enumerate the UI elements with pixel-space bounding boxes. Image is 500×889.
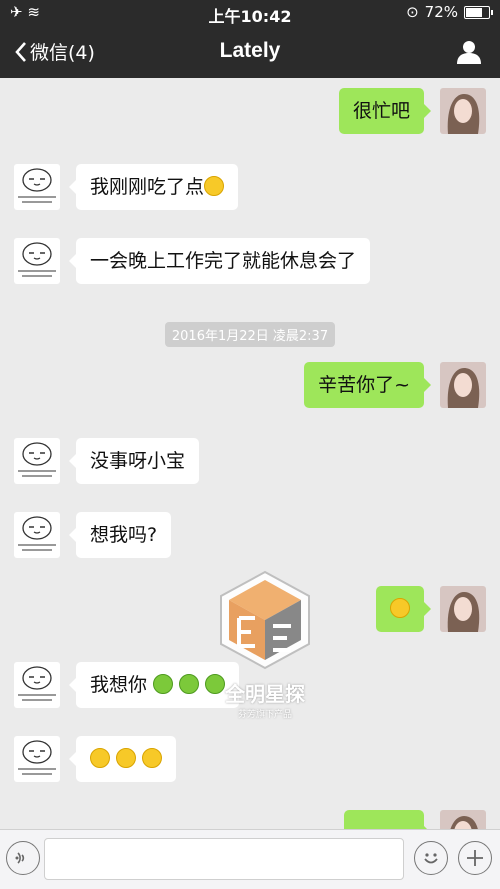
battery-percent: 72% bbox=[424, 3, 458, 21]
message-bubble[interactable] bbox=[376, 586, 431, 632]
message-bubble[interactable]: 我想你 bbox=[68, 662, 240, 708]
plus-icon bbox=[467, 850, 483, 866]
contact-avatar[interactable] bbox=[14, 238, 60, 284]
frog-emoji-icon bbox=[179, 673, 200, 694]
self-avatar[interactable] bbox=[440, 362, 486, 408]
plus-button[interactable] bbox=[458, 841, 492, 875]
emoji-button[interactable] bbox=[414, 841, 448, 875]
input-bar bbox=[0, 829, 500, 889]
self-avatar[interactable] bbox=[440, 810, 486, 829]
grin-emoji-icon bbox=[204, 175, 225, 196]
kiss-emoji-icon bbox=[90, 747, 110, 768]
message-bubble[interactable]: 很忙吧 bbox=[338, 88, 432, 134]
rotation-lock-icon: ⊙ bbox=[406, 3, 419, 21]
self-avatar[interactable] bbox=[440, 88, 486, 134]
frog-emoji-icon bbox=[153, 673, 174, 694]
message-bubble[interactable]: 我刚刚吃了点 bbox=[68, 164, 239, 210]
message-bubble[interactable]: 辛苦你了~ bbox=[304, 362, 431, 408]
chat-title: Lately bbox=[219, 39, 281, 62]
voice-icon bbox=[15, 852, 25, 864]
message-bubble[interactable]: 没事呀小宝 bbox=[68, 438, 200, 484]
profile-icon[interactable] bbox=[456, 39, 482, 65]
self-avatar[interactable] bbox=[440, 586, 486, 632]
battery-icon bbox=[464, 5, 493, 19]
contact-avatar[interactable] bbox=[14, 512, 60, 558]
status-bar: ✈ ≋ 上午10:42 ⊙ 72% bbox=[0, 0, 500, 26]
watermark-subtitle: 芬芳旗下产品 bbox=[237, 710, 292, 720]
contact-avatar[interactable] bbox=[14, 662, 60, 708]
message-bubble[interactable] bbox=[344, 810, 431, 829]
frog-emoji-icon bbox=[205, 673, 226, 694]
message-bubble[interactable]: 想我吗? bbox=[68, 512, 172, 558]
nav-bar: 微信(4) Lately bbox=[0, 26, 500, 78]
smiley-icon bbox=[424, 853, 438, 864]
contact-avatar[interactable] bbox=[14, 438, 60, 484]
voice-button[interactable] bbox=[6, 841, 40, 875]
contact-avatar[interactable] bbox=[14, 736, 60, 782]
chat-area[interactable]: 很忙吧 我刚刚吃了点 一会晚上工作完了就能休息会了 2016年1月22日 凌晨2… bbox=[0, 78, 500, 829]
message-timestamp: 2016年1月22日 凌晨2:37 bbox=[0, 322, 500, 347]
message-bubble[interactable] bbox=[68, 736, 177, 782]
contact-avatar[interactable] bbox=[14, 164, 60, 210]
watermark-logo-icon bbox=[220, 570, 310, 670]
message-input[interactable] bbox=[44, 838, 404, 880]
kiss-emoji-icon bbox=[142, 747, 163, 768]
kiss-emoji-icon bbox=[390, 597, 410, 618]
kiss-emoji-icon bbox=[116, 747, 137, 768]
message-bubble[interactable]: 一会晚上工作完了就能休息会了 bbox=[68, 238, 371, 284]
